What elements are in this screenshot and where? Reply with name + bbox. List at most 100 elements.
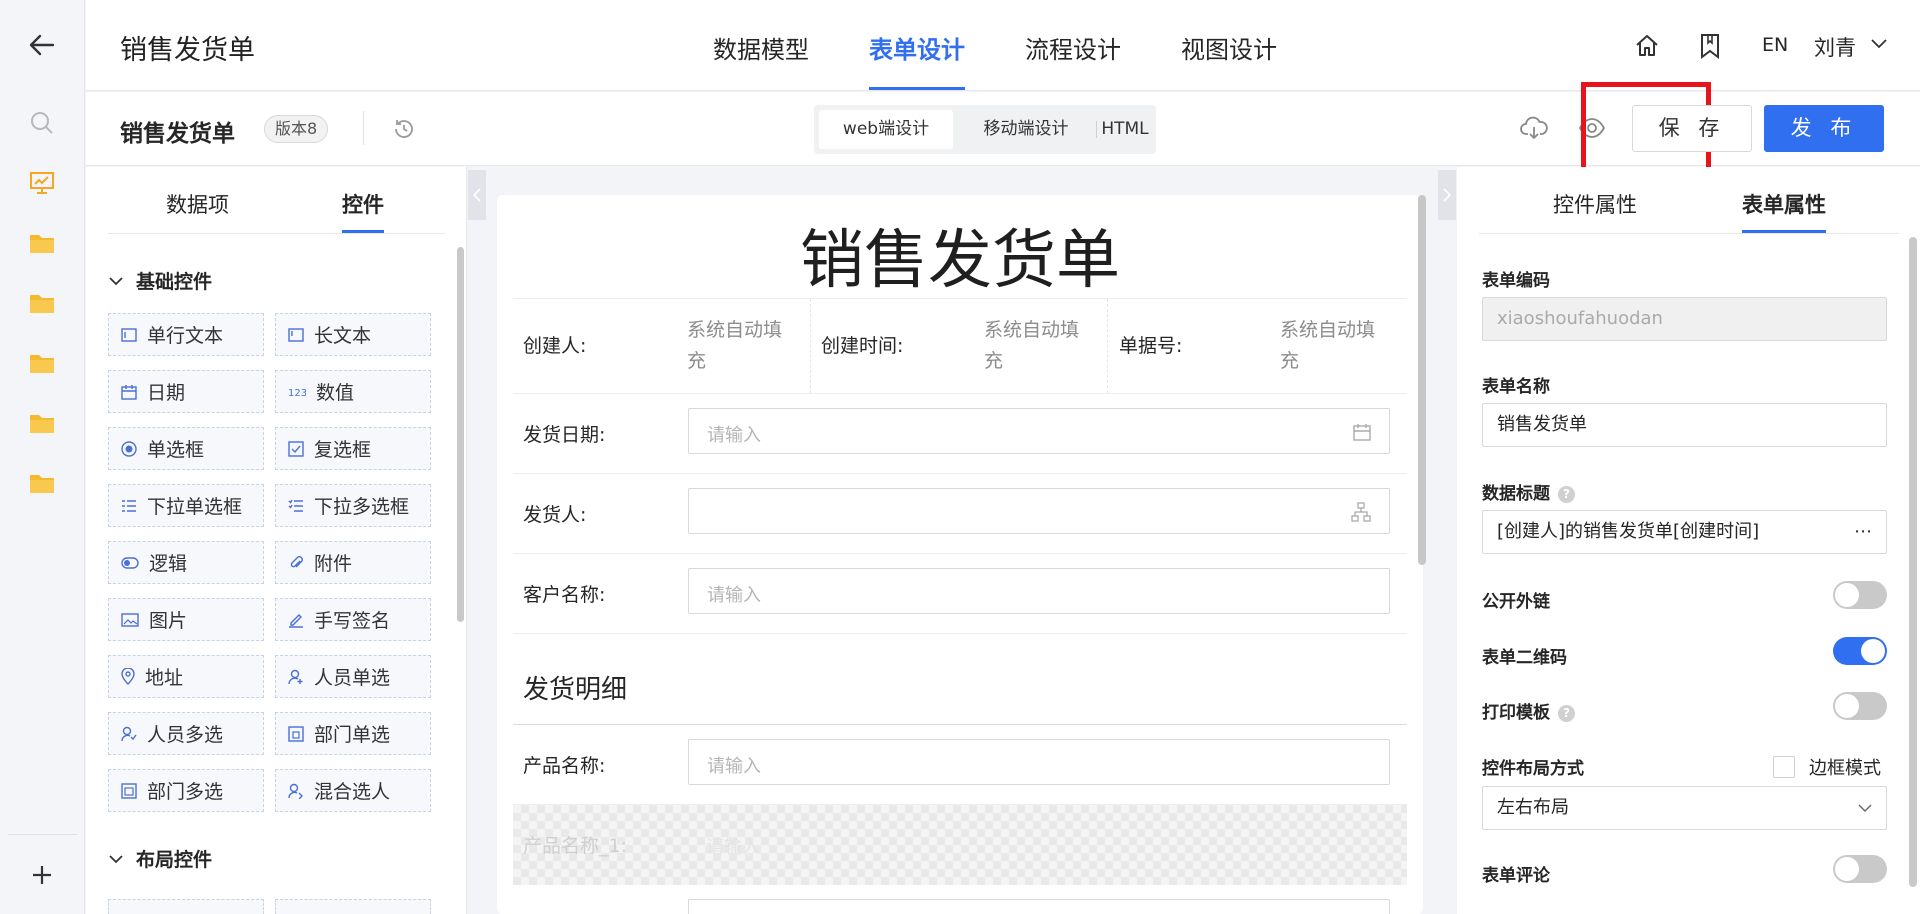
tab-form-props[interactable]: 表单属性 bbox=[1742, 189, 1826, 233]
more-icon[interactable]: ⋯ bbox=[1854, 511, 1872, 553]
scrollbar[interactable] bbox=[1418, 195, 1426, 565]
control-user-single[interactable]: 人员单选 bbox=[275, 655, 431, 698]
control-layout-partial[interactable] bbox=[275, 899, 431, 914]
control-label: 数值 bbox=[316, 382, 355, 404]
folder-icon[interactable] bbox=[25, 466, 59, 500]
tab-flow-design[interactable]: 流程设计 bbox=[1025, 30, 1121, 90]
control-date[interactable]: 日期 bbox=[108, 370, 264, 413]
control-label: 人员多选 bbox=[147, 724, 224, 746]
bookmark-icon[interactable] bbox=[1699, 33, 1721, 59]
comment-toggle[interactable] bbox=[1833, 855, 1887, 883]
control-logic[interactable]: 逻辑 bbox=[108, 541, 264, 584]
chevron-down-icon[interactable] bbox=[1870, 38, 1888, 50]
control-image[interactable]: 图片 bbox=[108, 598, 264, 641]
group-layout-controls[interactable]: 布局控件 bbox=[108, 845, 212, 872]
form-title[interactable]: 销售发货单 bbox=[497, 209, 1423, 301]
product-input[interactable]: 请输入 bbox=[688, 739, 1390, 785]
language-switch[interactable]: EN bbox=[1762, 34, 1788, 56]
home-icon[interactable] bbox=[1634, 33, 1660, 59]
folder-icon[interactable] bbox=[25, 406, 59, 440]
tab-view-design[interactable]: 视图设计 bbox=[1181, 30, 1277, 90]
control-mixed-select[interactable]: 混合选人 bbox=[275, 769, 431, 812]
product-input-partial[interactable] bbox=[688, 899, 1390, 914]
group-basic-controls[interactable]: 基础控件 bbox=[108, 267, 212, 294]
control-label: 图片 bbox=[149, 610, 188, 632]
folder-icon[interactable] bbox=[25, 286, 59, 320]
tab-data-items[interactable]: 数据项 bbox=[166, 189, 229, 233]
qrcode-toggle[interactable] bbox=[1833, 637, 1887, 665]
layout-select[interactable]: 左右布局 bbox=[1482, 786, 1887, 830]
control-dropdown-single[interactable]: 下拉单选框 bbox=[108, 484, 264, 527]
control-single-line-text[interactable]: 单行文本 bbox=[108, 313, 264, 356]
form-name-field[interactable]: 销售发货单 bbox=[1482, 403, 1887, 447]
shipper-input[interactable] bbox=[688, 488, 1390, 534]
control-user-multi[interactable]: 人员多选 bbox=[108, 712, 264, 755]
control-label: 日期 bbox=[147, 382, 186, 404]
tab-control-props[interactable]: 控件属性 bbox=[1553, 189, 1637, 233]
control-dept-multi[interactable]: 部门多选 bbox=[108, 769, 264, 812]
control-label: 长文本 bbox=[314, 325, 372, 347]
segment-mobile[interactable]: 移动端设计 bbox=[959, 110, 1093, 149]
location-pin-icon bbox=[121, 668, 135, 685]
doc-no-label: 单据号: bbox=[1119, 335, 1183, 357]
segment-html[interactable]: HTML bbox=[1097, 110, 1153, 149]
data-title-field[interactable]: [创建人]的销售发货单[创建时间] ⋯ bbox=[1482, 510, 1887, 554]
control-label: 部门多选 bbox=[147, 781, 224, 803]
user-name[interactable]: 刘青 bbox=[1814, 32, 1856, 62]
toolbar-divider bbox=[363, 111, 364, 145]
ship-date-input[interactable]: 请输入 bbox=[688, 408, 1390, 454]
version-badge[interactable]: 版本8 bbox=[264, 115, 329, 143]
control-attachment[interactable]: 附件 bbox=[275, 541, 431, 584]
save-button[interactable]: 保 存 bbox=[1632, 105, 1752, 152]
border-mode-checkbox[interactable] bbox=[1773, 756, 1795, 778]
control-checkbox[interactable]: 复选框 bbox=[275, 427, 431, 470]
placeholder: 请输入 bbox=[707, 425, 761, 446]
print-toggle[interactable] bbox=[1833, 692, 1887, 720]
customer-input[interactable]: 请输入 bbox=[688, 568, 1390, 614]
tab-data-model[interactable]: 数据模型 bbox=[713, 30, 809, 90]
control-layout-partial[interactable] bbox=[108, 899, 264, 914]
collapse-right-panel[interactable] bbox=[1438, 170, 1456, 220]
print-label: 打印模板? bbox=[1482, 698, 1575, 723]
control-label: 附件 bbox=[314, 553, 353, 575]
publish-button[interactable]: 发 布 bbox=[1764, 105, 1884, 152]
control-label: 单行文本 bbox=[147, 325, 224, 347]
control-long-text[interactable]: 长文本 bbox=[275, 313, 431, 356]
control-label: 下拉多选框 bbox=[314, 496, 410, 518]
history-clock-icon[interactable] bbox=[392, 117, 416, 141]
control-dropdown-multi[interactable]: 下拉多选框 bbox=[275, 484, 431, 527]
plus-icon[interactable] bbox=[25, 858, 59, 892]
tab-controls[interactable]: 控件 bbox=[342, 189, 384, 233]
scrollbar[interactable] bbox=[1909, 237, 1917, 887]
product-label: 产品名称: bbox=[523, 755, 606, 777]
ship-date-label: 发货日期: bbox=[523, 424, 606, 446]
collapse-left-panel[interactable] bbox=[468, 170, 486, 220]
control-label: 部门单选 bbox=[314, 724, 391, 746]
search-icon[interactable] bbox=[25, 106, 59, 140]
control-number[interactable]: 123 数值 bbox=[275, 370, 431, 413]
control-address[interactable]: 地址 bbox=[108, 655, 264, 698]
code-label: 表单编码 bbox=[1482, 271, 1550, 291]
scrollbar[interactable] bbox=[457, 247, 464, 622]
tab-form-design[interactable]: 表单设计 bbox=[869, 30, 965, 90]
help-icon[interactable]: ? bbox=[1558, 705, 1575, 722]
folder-icon[interactable] bbox=[25, 346, 59, 380]
control-dept-single[interactable]: 部门单选 bbox=[275, 712, 431, 755]
back-arrow-icon[interactable] bbox=[25, 28, 59, 62]
image-icon bbox=[121, 612, 139, 627]
user-add-icon bbox=[288, 669, 303, 684]
help-icon[interactable]: ? bbox=[1558, 486, 1575, 503]
calendar-icon bbox=[1353, 424, 1371, 441]
section-title[interactable]: 发货明细 bbox=[523, 669, 627, 706]
cloud-download-icon[interactable] bbox=[1520, 115, 1548, 141]
dashboard-chart-icon[interactable] bbox=[25, 166, 59, 200]
control-signature[interactable]: 手写签名 bbox=[275, 598, 431, 641]
single-line-text-icon bbox=[121, 327, 137, 342]
folder-icon[interactable] bbox=[25, 226, 59, 260]
chevron-down-icon bbox=[109, 276, 123, 285]
radio-icon bbox=[121, 440, 137, 457]
public-link-toggle[interactable] bbox=[1833, 581, 1887, 609]
segment-web[interactable]: web端设计 bbox=[819, 110, 953, 149]
created-time-value: 系统自动填充 bbox=[984, 319, 1080, 372]
control-radio[interactable]: 单选框 bbox=[108, 427, 264, 470]
